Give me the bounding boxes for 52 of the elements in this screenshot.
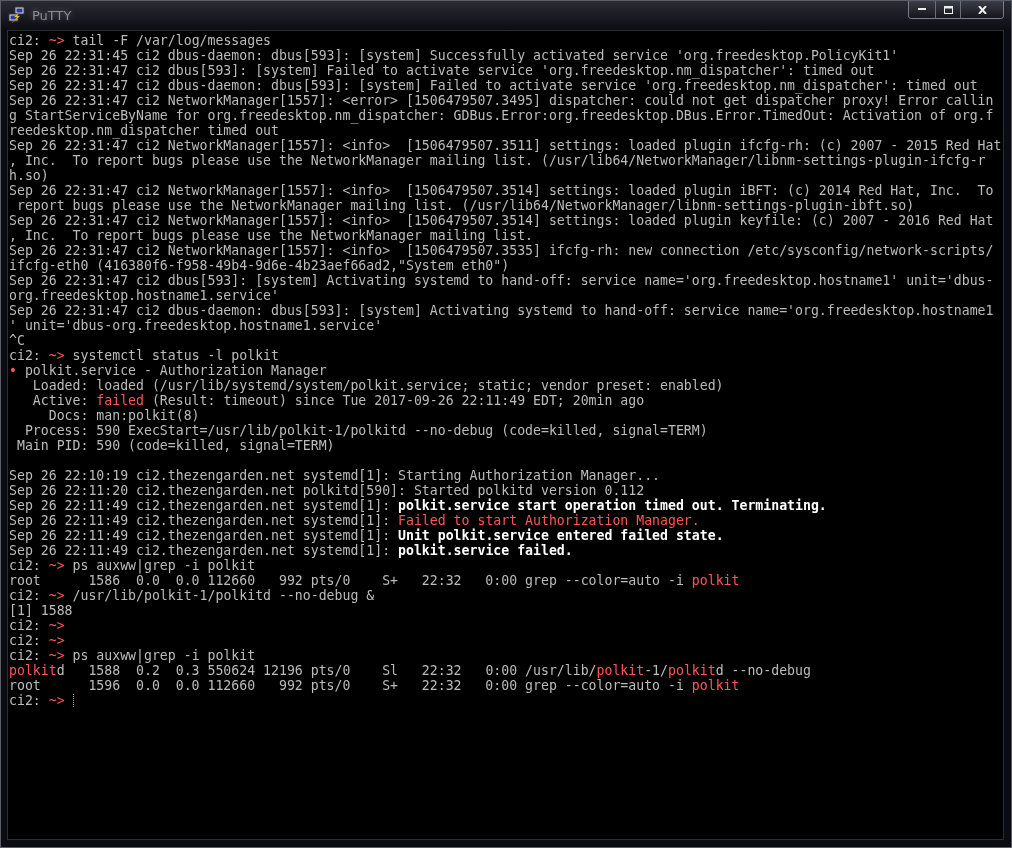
terminal-line: ci2: ~> tail -F /var/log/messages [9,33,272,48]
terminal-line: Active: failed (Result: timeout) since Tue 2017-09-26 22:11:49 EDT; 20min ago [31,393,645,408]
terminal-line: Sep 26 22:31:45 ci2 dbus-daemon: dbus[593]: [system] Successfully activated service 'org.freedesktop.PolicyKit1' [9,48,899,63]
terminal-line: Process: 590 ExecStart=/usr/lib/polkit-1/polkitd --no-debug (code=killed, signal=TERM) [23,423,708,438]
terminal-line: Sep 26 22:11:49 ci2.thezengarden.net systemd[1]: Unit polkit.service entered failed state. [9,528,724,543]
terminal-line: ' unit='dbus-org.freedesktop.hostname1.service' [9,318,383,333]
terminal-line: Loaded: loaded (/usr/lib/systemd/system/polkit.service; static; vendor preset: enabled) [31,378,724,393]
terminal-line: report bugs please use the NetworkManager mailing list. (/usr/lib64/NetworkManager/libnm-settings-plugin-ibft.so) [15,198,915,213]
terminal-line: ci2: ~> [9,633,65,648]
minimize-icon [918,8,926,11]
terminal-line: Sep 26 22:31:47 ci2 NetworkManager[1557]: <info> [1506479507.3511] settings: loaded plugin ifcfg-rh: (c) 2007 - 2015 Red Hat [9,138,1002,153]
terminal-line: ci2: ~> ps auxww|grep -i polkit [9,558,256,573]
terminal-line: Docs: man:polkit(8) [47,408,200,423]
terminal-line: , Inc. To report bugs please use the NetworkManager mailing list. [9,228,533,243]
computers-lightning-icon [8,6,26,24]
terminal-line: ifcfg-eth0 (416380f6-f958-49b4-9d6e-4b23aef66ad2,"System eth0") [9,258,510,273]
terminal-line: org.freedesktop.hostname1.service' [9,288,279,303]
terminal-line: ci2: ~> [9,618,65,633]
terminal-line: , Inc. To report bugs please use the NetworkManager mailing list. (/usr/lib64/NetworkManager/libnm-settings-plugin-ifcfg-r [9,153,986,168]
terminal-line: ci2: ~> ps auxww|grep -i polkit [9,648,256,663]
terminal-line: ci2: ~> systemctl status -l polkit [9,348,279,363]
terminal-line: h.so) [9,168,49,183]
terminal-line: Sep 26 22:11:49 ci2.thezengarden.net systemd[1]: polkit.service failed. [9,543,573,558]
terminal-line: Sep 26 22:11:49 ci2.thezengarden.net systemd[1]: Failed to start Authorization Manager. [9,513,700,528]
close-icon [977,5,987,14]
terminal-line: Sep 26 22:11:20 ci2.thezengarden.net polkitd[590]: Started polkitd version 0.112 [9,483,645,498]
terminal-line: root 1586 0.0 0.0 112660 992 pts/0 S+ 22:32 0:00 grep --color=auto -i polkit [9,573,740,588]
terminal-line: ci2: ~> /usr/lib/polkit-1/polkitd --no-debug & [9,588,375,603]
window-title: PuTTY [32,7,72,23]
terminal-line: Sep 26 22:11:49 ci2.thezengarden.net systemd[1]: polkit.service start operation timed out. Terminating. [9,498,827,513]
terminal-line: Sep 26 22:31:47 ci2 NetworkManager[1557]: <info> [1506479507.3514] settings: loaded plugin iBFT: (c) 2014 Red Hat, Inc. To [9,183,994,198]
terminal-line: root 1596 0.0 0.0 112660 992 pts/0 S+ 22:32 0:00 grep --color=auto -i polkit [9,678,740,693]
terminal-line: Sep 26 22:31:47 ci2 dbus[593]: [system] Failed to activate service 'org.freedesktop.nm_dispatcher': timed out [9,63,875,78]
terminal-line: polkitd 1588 0.2 0.3 550624 12196 pts/0 Sl 22:32 0:00 /usr/lib/polkit-1/polkitd --no-debug [9,663,811,678]
terminal-line: • polkit.service - Authorization Manager [9,363,327,378]
terminal-line: reedesktop.nm_dispatcher timed out [9,123,279,138]
terminal-line: Sep 26 22:31:47 ci2 dbus[593]: [system] Activating systemd to hand-off: service name='org.freedesktop.hostname1' unit='dbus- [9,273,994,288]
maximize-icon [943,5,953,14]
minimize-button[interactable] [909,1,935,18]
terminal-line: Sep 26 22:31:47 ci2 NetworkManager[1557]: <error> [1506479507.3495] dispatcher: could not get dispatcher proxy! Error callin [9,93,994,108]
terminal-line: Sep 26 22:10:19 ci2.thezengarden.net systemd[1]: Starting Authorization Manager... [9,468,661,483]
maximize-button[interactable] [935,1,960,18]
terminal-line: Sep 26 22:31:47 ci2 NetworkManager[1557]: <info> [1506479507.3514] settings: loaded plugin keyfile: (c) 2007 - 2016 Red Hat [9,213,994,228]
terminal-line: [1] 1588 [9,603,73,618]
terminal-line: Main PID: 590 (code=killed, signal=TERM) [15,438,335,453]
terminal-line: ^C [9,333,25,348]
terminal-line: Sep 26 22:31:47 ci2 dbus-daemon: dbus[593]: [system] Failed to activate service 'org.freedesktop.nm_dispatcher': timed out [9,78,978,93]
terminal-line: Sep 26 22:31:47 ci2 dbus-daemon: dbus[593]: [system] Activating systemd to hand-off: service name='org.freedesktop.hostname1 [9,303,994,318]
terminal-line: Sep 26 22:31:47 ci2 NetworkManager[1557]: <info> [1506479507.3535] ifcfg-rh: new connection /etc/sysconfig/network-scripts/ [9,243,994,258]
terminal-line: g StartServiceByName for org.freedesktop.nm_dispatcher: GDBus.Error:org.freedesktop.DBus.Error.TimedOut: Activation of org.f [9,108,994,123]
terminal-line: ci2: ~> [9,693,65,708]
close-button[interactable] [960,1,1003,18]
